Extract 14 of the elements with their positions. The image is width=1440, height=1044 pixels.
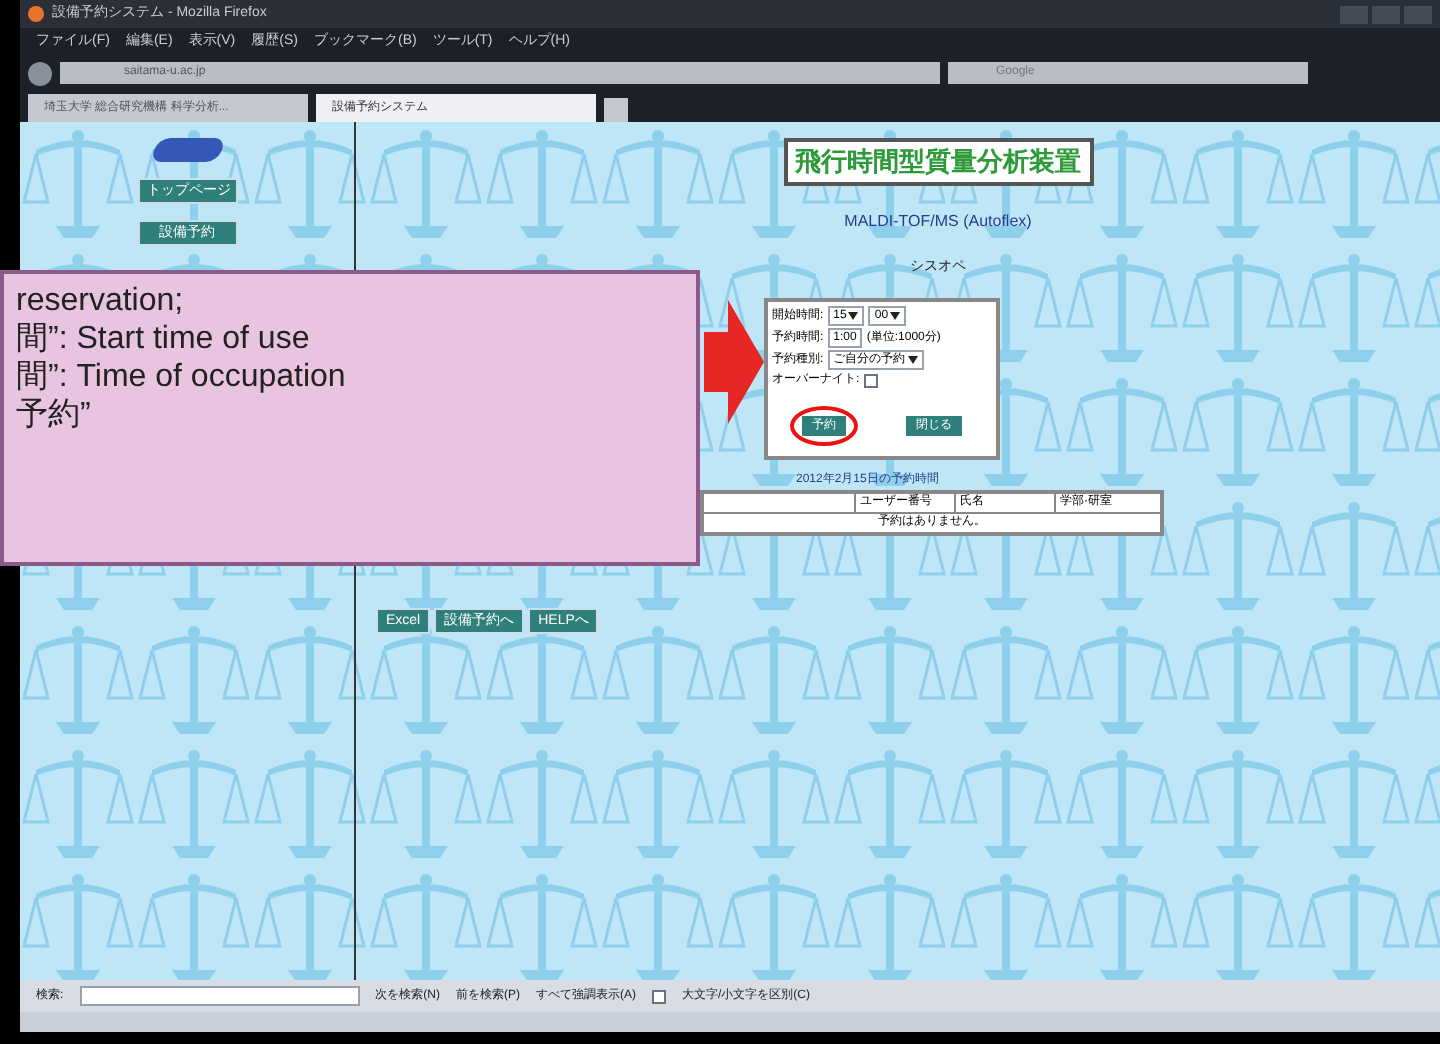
find-field[interactable] [79,986,360,1006]
caret-icon [907,356,918,364]
callout-text: 予約” [16,396,93,434]
page-title: 飛行時間型質量分析装置 [783,138,1093,185]
callout-text: 間”: Time of occupation [16,358,348,396]
browser-logo-icon [28,6,44,22]
instrument-name: MALDI-TOF/MS (Autoflex) [844,209,1032,233]
caret-icon [890,312,901,320]
checkbox[interactable] [863,373,878,387]
callout-text: reservation; [16,282,186,320]
arrow-icon [704,300,764,424]
callout-text: 間”: Start time of use [16,320,312,358]
match-case-checkbox[interactable] [652,989,667,1003]
caret-icon [848,312,859,320]
